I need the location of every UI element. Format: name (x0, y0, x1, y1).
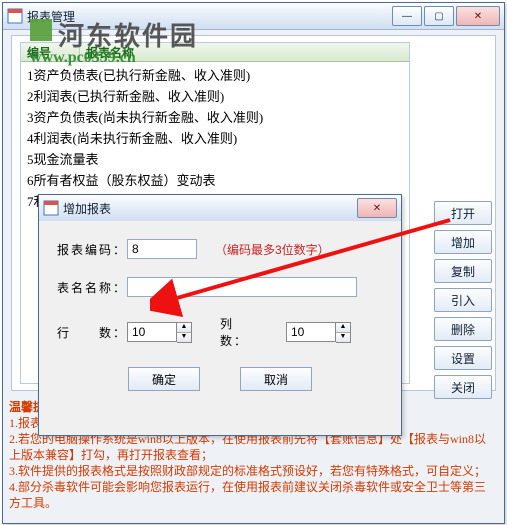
window-close-button[interactable]: ✕ (456, 6, 500, 26)
maximize-button[interactable]: ▢ (424, 6, 454, 26)
dialog-titlebar[interactable]: 增加报表 ✕ (39, 195, 401, 222)
list-body[interactable]: 1资产负债表(已执行新金融、收入准则) 2利润表(已执行新金融、收入准则) 3资… (21, 62, 409, 213)
tip-line: 4.部分杀毒软件可能会影响您报表运行，在使用报表前建议关闭杀毒软件或安全卫士等第… (9, 479, 496, 511)
header-index[interactable]: 编号 (21, 43, 80, 61)
list-item[interactable]: 6所有者权益（股东权益）变动表 (21, 169, 409, 190)
rows-input[interactable] (127, 322, 177, 342)
list-item[interactable]: 3资产负债表(尚未执行新金融、收入准则) (21, 106, 409, 127)
import-button[interactable]: 引入 (434, 288, 492, 312)
main-titlebar[interactable]: 报表管理 — ▢ ✕ (3, 3, 504, 30)
side-buttons: 打开 增加 复制 引入 删除 设置 关闭 (434, 201, 494, 404)
add-button[interactable]: 增加 (434, 230, 492, 254)
rows-spinner[interactable]: ▲▼ (127, 322, 192, 343)
name-input[interactable] (127, 277, 357, 297)
cols-label: 列 数： (220, 315, 286, 349)
cancel-button[interactable]: 取消 (240, 367, 312, 391)
list-item[interactable]: 2利润表(已执行新金融、收入准则) (21, 85, 409, 106)
code-hint: （编码最多3位数字） (215, 241, 330, 258)
cols-up-icon[interactable]: ▲ (336, 323, 350, 333)
open-button[interactable]: 打开 (434, 201, 492, 225)
add-report-dialog: 增加报表 ✕ 报表编码： （编码最多3位数字） 表名名称： 行 数： ▲▼ 列 … (38, 194, 402, 436)
minimize-button[interactable]: — (392, 6, 422, 26)
list-item[interactable]: 1资产负债表(已执行新金融、收入准则) (21, 64, 409, 85)
cols-input[interactable] (286, 322, 336, 342)
name-label: 表名名称： (57, 279, 127, 296)
dialog-title: 增加报表 (63, 200, 355, 217)
cols-down-icon[interactable]: ▼ (336, 333, 350, 342)
main-title: 报表管理 (27, 8, 390, 25)
dialog-body: 报表编码： （编码最多3位数字） 表名名称： 行 数： ▲▼ 列 数： ▲▼ 确… (39, 221, 401, 435)
rows-label: 行 数： (57, 324, 127, 341)
code-label: 报表编码： (57, 241, 127, 258)
delete-button[interactable]: 删除 (434, 317, 492, 341)
dialog-close-button[interactable]: ✕ (357, 198, 397, 218)
ok-button[interactable]: 确定 (128, 367, 200, 391)
list-item[interactable]: 5现金流量表 (21, 148, 409, 169)
settings-button[interactable]: 设置 (434, 346, 492, 370)
list-item[interactable]: 4利润表(尚未执行新金融、收入准则) (21, 127, 409, 148)
copy-button[interactable]: 复制 (434, 259, 492, 283)
close-button[interactable]: 关闭 (434, 375, 492, 399)
rows-up-icon[interactable]: ▲ (177, 323, 191, 333)
cols-spinner[interactable]: ▲▼ (286, 322, 351, 343)
header-name[interactable]: 报表名称 (80, 43, 140, 61)
rows-down-icon[interactable]: ▼ (177, 333, 191, 342)
tip-line: 3.软件提供的报表格式是按照财政部规定的标准格式预设好，若您有特殊格式，可自定义… (9, 463, 496, 479)
app-icon (7, 8, 23, 24)
code-input[interactable] (127, 239, 197, 259)
list-header: 编号 报表名称 (21, 43, 409, 62)
dialog-icon (43, 200, 59, 216)
